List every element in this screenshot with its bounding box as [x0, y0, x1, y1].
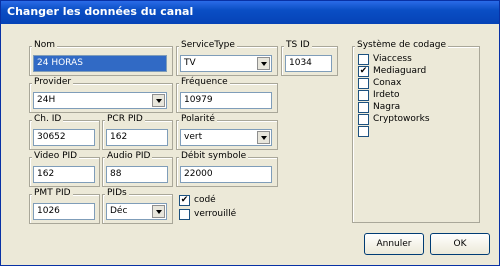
- provider-select[interactable]: 24H: [33, 92, 167, 109]
- frequence-value: 10979: [184, 95, 213, 105]
- frequence-input[interactable]: 10979: [180, 92, 272, 109]
- codage-checkbox[interactable]: [358, 54, 369, 65]
- video-pid-input[interactable]: 162: [33, 166, 95, 183]
- pcr-pid-input[interactable]: 162: [106, 129, 168, 146]
- ch-id-value: 30652: [37, 132, 66, 142]
- codage-checkbox[interactable]: [358, 102, 369, 113]
- video-pid-value: 162: [37, 169, 55, 179]
- ok-button[interactable]: OK: [430, 233, 490, 255]
- title-bar[interactable]: Changer les données du canal: [1, 1, 499, 24]
- debit-symbole-value: 22000: [184, 169, 213, 179]
- ch-id-input[interactable]: 30652: [33, 129, 95, 146]
- label-nom: Nom: [32, 40, 58, 51]
- audio-pid-input[interactable]: 88: [106, 166, 168, 183]
- label-video-pid: Video PID: [32, 151, 80, 162]
- label-debit-symbole: Débit symbole: [179, 151, 249, 162]
- codage-checkbox[interactable]: [358, 78, 369, 89]
- label-ts-id: TS ID: [284, 40, 312, 51]
- codage-label: Nagra: [373, 102, 401, 112]
- chevron-down-icon[interactable]: [257, 57, 270, 70]
- ts-id-value: 1034: [289, 58, 312, 68]
- label-audio-pid: Audio PID: [105, 151, 153, 162]
- verrouille-checkbox[interactable]: [179, 209, 190, 220]
- chevron-down-icon[interactable]: [152, 205, 165, 218]
- label-provider: Provider: [32, 77, 74, 88]
- pids-value: Déc: [110, 206, 128, 216]
- label-pcr-pid: PCR PID: [105, 114, 145, 125]
- label-frequence: Fréquence: [179, 77, 230, 88]
- pmt-pid-value: 1026: [37, 206, 60, 216]
- label-polarite: Polarité: [179, 114, 217, 125]
- nom-input[interactable]: 24 HORAS: [33, 55, 167, 72]
- pmt-pid-input[interactable]: 1026: [33, 203, 95, 220]
- nom-value: 24 HORAS: [37, 58, 83, 68]
- polarite-value: vert: [184, 132, 203, 142]
- codage-checkbox[interactable]: [358, 126, 369, 137]
- codage-checkbox[interactable]: ✔: [358, 66, 369, 77]
- cancel-button[interactable]: Annuler: [364, 233, 424, 255]
- code-checkbox[interactable]: ✔: [179, 195, 190, 206]
- verrouille-label: verrouillé: [194, 209, 237, 219]
- pcr-pid-value: 162: [110, 132, 128, 142]
- polarite-select[interactable]: vert: [180, 129, 272, 146]
- chevron-down-icon[interactable]: [257, 131, 270, 144]
- service-type-select[interactable]: TV: [180, 55, 272, 72]
- dialog-window: Changer les données du canal Nom 24 HORA…: [0, 0, 500, 266]
- audio-pid-value: 88: [110, 169, 122, 179]
- service-type-value: TV: [184, 58, 196, 68]
- window-title: Changer les données du canal: [7, 5, 194, 18]
- label-pmt-pid: PMT PID: [32, 188, 73, 199]
- codage-label: Cryptoworks: [373, 114, 430, 124]
- codage-label: Conax: [373, 78, 402, 88]
- ts-id-input[interactable]: 1034: [285, 55, 332, 72]
- provider-value: 24H: [37, 95, 56, 105]
- code-label: codé: [194, 195, 216, 205]
- pids-select[interactable]: Déc: [106, 203, 167, 220]
- codage-checkbox[interactable]: [358, 114, 369, 125]
- codage-label: Irdeto: [373, 90, 400, 100]
- codage-checkbox[interactable]: [358, 90, 369, 101]
- chevron-down-icon[interactable]: [152, 94, 165, 107]
- label-service-type: ServiceType: [179, 40, 237, 51]
- label-codage: Système de codage: [355, 40, 449, 51]
- debit-symbole-input[interactable]: 22000: [180, 166, 272, 183]
- label-ch-id: Ch. ID: [32, 114, 64, 125]
- codage-label: Mediaguard: [373, 66, 427, 76]
- codage-label: Viaccess: [373, 54, 412, 64]
- label-pids: PIDs: [105, 188, 129, 199]
